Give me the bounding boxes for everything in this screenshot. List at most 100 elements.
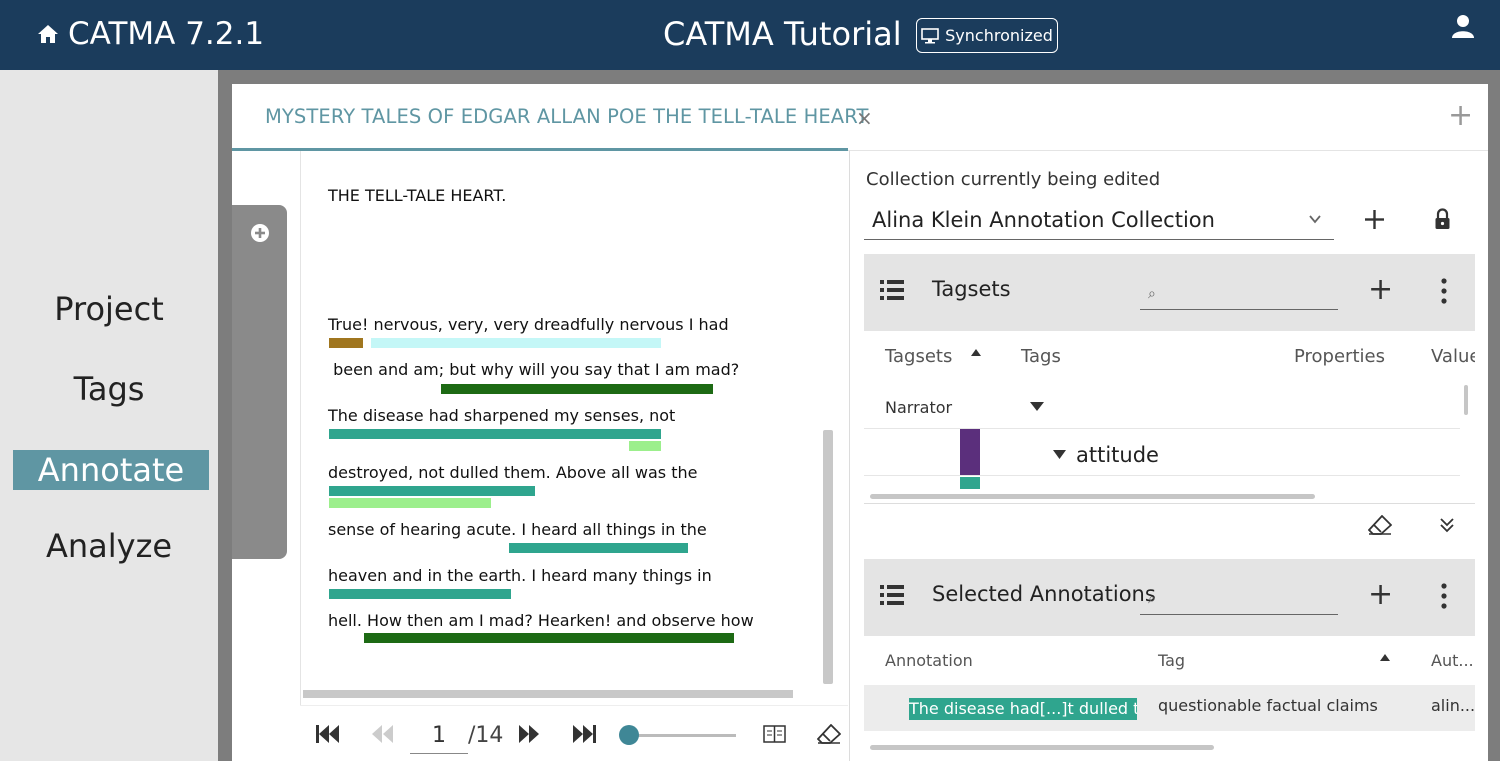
document-line[interactable]: been and am; but why will you say that I… <box>328 360 739 379</box>
add-tab-button[interactable]: + <box>1448 98 1473 133</box>
annotation-highlight[interactable] <box>371 338 661 348</box>
annotation-highlight[interactable] <box>329 338 363 348</box>
slider-handle[interactable] <box>619 725 639 745</box>
search-icon: ⌕ <box>1148 591 1156 607</box>
page-total: /14 <box>468 723 504 748</box>
row-divider <box>864 475 1460 476</box>
tagsets-search-input[interactable]: ⌕ <box>1140 272 1338 310</box>
tagsets-horizontal-scrollbar[interactable] <box>870 494 1315 499</box>
annotation-highlight[interactable] <box>329 498 491 508</box>
collection-label: Collection currently being edited <box>866 169 1161 190</box>
last-page-icon[interactable] <box>571 724 597 744</box>
annotation-highlight[interactable] <box>364 633 734 643</box>
column-header-annotation[interactable]: Annotation <box>885 651 973 670</box>
annotation-author: alin... <box>1431 696 1475 715</box>
caret-down-icon[interactable] <box>1030 402 1044 411</box>
document-tab[interactable]: MYSTERY TALES OF EDGAR ALLAN POE THE TEL… <box>232 84 873 151</box>
annotation-highlight[interactable] <box>329 589 511 599</box>
tagset-name[interactable]: Narrator <box>885 398 952 417</box>
list-icon <box>880 585 904 605</box>
add-tagset-button[interactable]: + <box>1368 272 1393 307</box>
sync-label: Synchronized <box>945 26 1053 45</box>
first-page-icon[interactable] <box>315 724 341 744</box>
more-options-icon[interactable] <box>1440 583 1448 609</box>
tagsets-vertical-scrollbar[interactable] <box>1464 385 1468 415</box>
close-tab-icon[interactable]: × <box>856 106 873 130</box>
nav-item-annotate[interactable]: Annotate <box>13 450 209 490</box>
pane-divider[interactable] <box>849 151 850 761</box>
annotation-tag: questionable factual claims <box>1158 696 1378 715</box>
nav-item-project[interactable]: Project <box>0 290 218 328</box>
annotation-highlight[interactable] <box>509 543 688 553</box>
chevron-down-icon <box>1309 215 1321 224</box>
selected-annotations-header: Selected Annotations ⌕ + <box>864 559 1475 636</box>
app-brand: CATMA 7.2.1 <box>68 16 265 52</box>
annotation-highlight[interactable] <box>629 441 661 451</box>
tagsets-header: Tagsets ⌕ + <box>864 254 1475 331</box>
sort-ascending-icon[interactable] <box>1380 653 1390 661</box>
document-horizontal-scrollbar[interactable] <box>303 690 793 698</box>
document-tab-title: MYSTERY TALES OF EDGAR ALLAN POE THE TEL… <box>265 105 869 128</box>
document-tab-bar: MYSTERY TALES OF EDGAR ALLAN POE THE TEL… <box>232 84 1488 151</box>
annotation-text[interactable]: The disease had[...]t dulled them <box>909 698 1137 720</box>
sync-status-button[interactable]: Synchronized <box>916 18 1058 53</box>
tag-name[interactable]: attitude <box>1076 443 1159 467</box>
lock-icon[interactable] <box>1435 208 1450 230</box>
book-view-icon[interactable] <box>763 725 786 743</box>
add-comment-icon[interactable] <box>250 223 270 243</box>
add-annotation-button[interactable]: + <box>1368 577 1393 612</box>
column-header-properties[interactable]: Properties <box>1294 346 1385 367</box>
document-line[interactable]: heaven and in the earth. I heard many th… <box>328 566 712 585</box>
tag-color-swatch <box>960 429 980 475</box>
document-heading[interactable]: THE TELL-TALE HEART. <box>328 186 506 205</box>
document-line[interactable]: The disease had sharpened my senses, not <box>328 406 675 425</box>
list-icon <box>880 280 904 300</box>
row-divider <box>864 428 1460 429</box>
column-header-tag[interactable]: Tag <box>1158 651 1185 670</box>
column-header-author[interactable]: Aut... <box>1431 651 1474 670</box>
sort-ascending-icon[interactable] <box>971 348 981 356</box>
column-header-value[interactable]: Value <box>1431 346 1475 367</box>
project-title: CATMA Tutorial <box>663 15 902 53</box>
table-row[interactable]: The disease had[...]t dulled them questi… <box>864 685 1475 731</box>
top-bar: CATMA 7.2.1 CATMA Tutorial Synchronized <box>0 0 1500 70</box>
column-header-tagsets[interactable]: Tagsets <box>885 346 952 367</box>
document-line[interactable]: destroyed, not dulled them. Above all wa… <box>328 463 697 482</box>
document-line[interactable]: True! nervous, very, very dreadfully ner… <box>328 315 729 334</box>
home-icon <box>38 25 58 43</box>
current-page-input[interactable]: 1 <box>410 720 468 754</box>
next-page-icon[interactable] <box>516 724 542 744</box>
tagsets-toolbar <box>864 503 1475 559</box>
collection-value: Alina Klein Annotation Collection <box>872 208 1215 232</box>
document-line[interactable]: sense of hearing acute. I heard all thin… <box>328 520 707 539</box>
user-icon[interactable] <box>1452 14 1474 38</box>
caret-down-icon[interactable] <box>1053 450 1066 459</box>
annotations-search-input[interactable]: ⌕ <box>1140 577 1338 615</box>
search-icon: ⌕ <box>1148 286 1156 302</box>
selected-annotations-table: Annotation Tag Aut... The disease had[..… <box>864 636 1475 761</box>
line-count-slider[interactable] <box>628 734 736 737</box>
home-link[interactable]: CATMA 7.2.1 <box>36 16 264 52</box>
previous-page-icon[interactable] <box>370 724 396 744</box>
nav-item-tags[interactable]: Tags <box>0 370 218 408</box>
annotation-highlight[interactable] <box>329 429 661 439</box>
document-vertical-scrollbar[interactable] <box>823 430 833 684</box>
column-header-tags[interactable]: Tags <box>1021 346 1061 367</box>
double-chevron-down-icon[interactable] <box>1439 517 1455 533</box>
annotation-highlight[interactable] <box>441 384 713 394</box>
annotation-highlight[interactable] <box>329 486 535 496</box>
more-options-icon[interactable] <box>1440 278 1448 304</box>
tagsets-title: Tagsets <box>932 277 1011 301</box>
collection-select[interactable]: Alina Klein Annotation Collection <box>864 202 1334 240</box>
add-collection-icon[interactable] <box>1365 210 1384 229</box>
annotations-horizontal-scrollbar[interactable] <box>870 745 1214 750</box>
monitor-icon <box>921 27 939 43</box>
document-line[interactable]: hell. How then am I mad? Hearken! and ob… <box>328 611 754 630</box>
tagsets-table: Tagsets Tags Properties Value Narrator a… <box>864 331 1475 503</box>
main-navigation: Project Tags Annotate Analyze <box>0 70 218 761</box>
eraser-icon[interactable] <box>1368 515 1392 535</box>
nav-item-analyze[interactable]: Analyze <box>0 527 218 565</box>
tag-color-swatch <box>960 477 980 489</box>
selected-annotations-title: Selected Annotations <box>932 582 1156 606</box>
eraser-icon[interactable] <box>817 724 841 744</box>
